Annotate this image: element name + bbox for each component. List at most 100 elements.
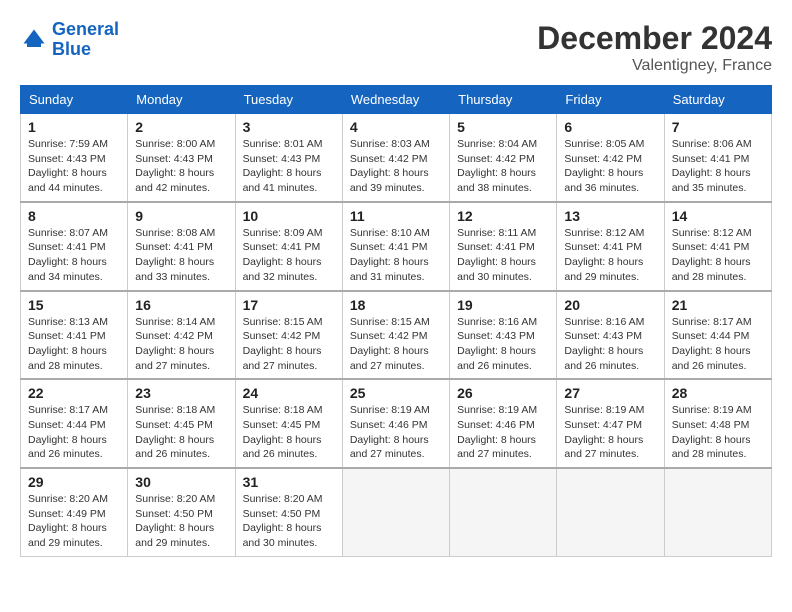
header-monday: Monday	[128, 86, 235, 114]
week-row-2: 8 Sunrise: 8:07 AM Sunset: 4:41 PM Dayli…	[21, 202, 772, 291]
day-cell-13: 13 Sunrise: 8:12 AM Sunset: 4:41 PM Dayl…	[557, 202, 664, 291]
day-number: 26	[457, 385, 549, 401]
day-cell-17: 17 Sunrise: 8:15 AM Sunset: 4:42 PM Dayl…	[235, 291, 342, 380]
day-detail: Sunrise: 8:11 AM Sunset: 4:41 PM Dayligh…	[457, 226, 549, 285]
day-number: 13	[564, 208, 656, 224]
day-detail: Sunrise: 8:19 AM Sunset: 4:47 PM Dayligh…	[564, 403, 656, 462]
day-detail: Sunrise: 8:04 AM Sunset: 4:42 PM Dayligh…	[457, 137, 549, 196]
day-detail: Sunrise: 8:16 AM Sunset: 4:43 PM Dayligh…	[457, 315, 549, 374]
day-cell-29: 29 Sunrise: 8:20 AM Sunset: 4:49 PM Dayl…	[21, 468, 128, 556]
day-number: 30	[135, 474, 227, 490]
day-detail: Sunrise: 8:14 AM Sunset: 4:42 PM Dayligh…	[135, 315, 227, 374]
day-cell-11: 11 Sunrise: 8:10 AM Sunset: 4:41 PM Dayl…	[342, 202, 449, 291]
day-number: 16	[135, 297, 227, 313]
day-cell-12: 12 Sunrise: 8:11 AM Sunset: 4:41 PM Dayl…	[450, 202, 557, 291]
day-number: 7	[672, 119, 764, 135]
day-detail: Sunrise: 7:59 AM Sunset: 4:43 PM Dayligh…	[28, 137, 120, 196]
day-number: 1	[28, 119, 120, 135]
day-number: 3	[243, 119, 335, 135]
week-row-4: 22 Sunrise: 8:17 AM Sunset: 4:44 PM Dayl…	[21, 379, 772, 468]
day-detail: Sunrise: 8:15 AM Sunset: 4:42 PM Dayligh…	[350, 315, 442, 374]
day-cell-20: 20 Sunrise: 8:16 AM Sunset: 4:43 PM Dayl…	[557, 291, 664, 380]
day-cell-14: 14 Sunrise: 8:12 AM Sunset: 4:41 PM Dayl…	[664, 202, 771, 291]
header-sunday: Sunday	[21, 86, 128, 114]
day-detail: Sunrise: 8:16 AM Sunset: 4:43 PM Dayligh…	[564, 315, 656, 374]
day-detail: Sunrise: 8:00 AM Sunset: 4:43 PM Dayligh…	[135, 137, 227, 196]
logo-general: General	[52, 19, 119, 39]
day-detail: Sunrise: 8:18 AM Sunset: 4:45 PM Dayligh…	[135, 403, 227, 462]
day-number: 31	[243, 474, 335, 490]
weekday-header-row: Sunday Monday Tuesday Wednesday Thursday…	[21, 86, 772, 114]
week-row-3: 15 Sunrise: 8:13 AM Sunset: 4:41 PM Dayl…	[21, 291, 772, 380]
location-subtitle: Valentigney, France	[537, 57, 772, 75]
day-detail: Sunrise: 8:17 AM Sunset: 4:44 PM Dayligh…	[28, 403, 120, 462]
day-detail: Sunrise: 8:09 AM Sunset: 4:41 PM Dayligh…	[243, 226, 335, 285]
day-number: 17	[243, 297, 335, 313]
calendar-table: Sunday Monday Tuesday Wednesday Thursday…	[20, 85, 772, 557]
day-detail: Sunrise: 8:13 AM Sunset: 4:41 PM Dayligh…	[28, 315, 120, 374]
day-cell-4: 4 Sunrise: 8:03 AM Sunset: 4:42 PM Dayli…	[342, 114, 449, 202]
day-number: 9	[135, 208, 227, 224]
day-cell-25: 25 Sunrise: 8:19 AM Sunset: 4:46 PM Dayl…	[342, 379, 449, 468]
day-cell-23: 23 Sunrise: 8:18 AM Sunset: 4:45 PM Dayl…	[128, 379, 235, 468]
day-cell-7: 7 Sunrise: 8:06 AM Sunset: 4:41 PM Dayli…	[664, 114, 771, 202]
day-detail: Sunrise: 8:19 AM Sunset: 4:48 PM Dayligh…	[672, 403, 764, 462]
day-cell-27: 27 Sunrise: 8:19 AM Sunset: 4:47 PM Dayl…	[557, 379, 664, 468]
day-detail: Sunrise: 8:01 AM Sunset: 4:43 PM Dayligh…	[243, 137, 335, 196]
day-detail: Sunrise: 8:10 AM Sunset: 4:41 PM Dayligh…	[350, 226, 442, 285]
header-friday: Friday	[557, 86, 664, 114]
day-detail: Sunrise: 8:03 AM Sunset: 4:42 PM Dayligh…	[350, 137, 442, 196]
day-cell-31: 31 Sunrise: 8:20 AM Sunset: 4:50 PM Dayl…	[235, 468, 342, 556]
day-detail: Sunrise: 8:20 AM Sunset: 4:50 PM Dayligh…	[135, 492, 227, 551]
day-number: 12	[457, 208, 549, 224]
empty-cell	[342, 468, 449, 556]
day-detail: Sunrise: 8:15 AM Sunset: 4:42 PM Dayligh…	[243, 315, 335, 374]
title-block: December 2024 Valentigney, France	[537, 20, 772, 75]
header-tuesday: Tuesday	[235, 86, 342, 114]
day-cell-24: 24 Sunrise: 8:18 AM Sunset: 4:45 PM Dayl…	[235, 379, 342, 468]
day-number: 20	[564, 297, 656, 313]
day-number: 15	[28, 297, 120, 313]
day-detail: Sunrise: 8:08 AM Sunset: 4:41 PM Dayligh…	[135, 226, 227, 285]
day-number: 5	[457, 119, 549, 135]
day-detail: Sunrise: 8:19 AM Sunset: 4:46 PM Dayligh…	[457, 403, 549, 462]
day-cell-8: 8 Sunrise: 8:07 AM Sunset: 4:41 PM Dayli…	[21, 202, 128, 291]
day-detail: Sunrise: 8:05 AM Sunset: 4:42 PM Dayligh…	[564, 137, 656, 196]
day-number: 10	[243, 208, 335, 224]
day-detail: Sunrise: 8:18 AM Sunset: 4:45 PM Dayligh…	[243, 403, 335, 462]
day-number: 11	[350, 208, 442, 224]
header-saturday: Saturday	[664, 86, 771, 114]
logo-blue: Blue	[52, 39, 91, 59]
day-cell-18: 18 Sunrise: 8:15 AM Sunset: 4:42 PM Dayl…	[342, 291, 449, 380]
empty-cell	[450, 468, 557, 556]
day-number: 21	[672, 297, 764, 313]
day-cell-2: 2 Sunrise: 8:00 AM Sunset: 4:43 PM Dayli…	[128, 114, 235, 202]
day-number: 8	[28, 208, 120, 224]
day-detail: Sunrise: 8:06 AM Sunset: 4:41 PM Dayligh…	[672, 137, 764, 196]
header-wednesday: Wednesday	[342, 86, 449, 114]
day-detail: Sunrise: 8:19 AM Sunset: 4:46 PM Dayligh…	[350, 403, 442, 462]
page-header: General Blue December 2024 Valentigney, …	[20, 20, 772, 75]
day-number: 25	[350, 385, 442, 401]
day-number: 24	[243, 385, 335, 401]
week-row-1: 1 Sunrise: 7:59 AM Sunset: 4:43 PM Dayli…	[21, 114, 772, 202]
day-number: 18	[350, 297, 442, 313]
day-number: 27	[564, 385, 656, 401]
day-number: 28	[672, 385, 764, 401]
empty-cell	[664, 468, 771, 556]
logo-icon	[20, 26, 48, 54]
day-cell-1: 1 Sunrise: 7:59 AM Sunset: 4:43 PM Dayli…	[21, 114, 128, 202]
day-cell-10: 10 Sunrise: 8:09 AM Sunset: 4:41 PM Dayl…	[235, 202, 342, 291]
day-number: 4	[350, 119, 442, 135]
day-cell-28: 28 Sunrise: 8:19 AM Sunset: 4:48 PM Dayl…	[664, 379, 771, 468]
day-cell-6: 6 Sunrise: 8:05 AM Sunset: 4:42 PM Dayli…	[557, 114, 664, 202]
day-cell-15: 15 Sunrise: 8:13 AM Sunset: 4:41 PM Dayl…	[21, 291, 128, 380]
week-row-5: 29 Sunrise: 8:20 AM Sunset: 4:49 PM Dayl…	[21, 468, 772, 556]
day-cell-21: 21 Sunrise: 8:17 AM Sunset: 4:44 PM Dayl…	[664, 291, 771, 380]
day-number: 2	[135, 119, 227, 135]
day-number: 6	[564, 119, 656, 135]
day-detail: Sunrise: 8:12 AM Sunset: 4:41 PM Dayligh…	[672, 226, 764, 285]
day-detail: Sunrise: 8:20 AM Sunset: 4:49 PM Dayligh…	[28, 492, 120, 551]
month-year-title: December 2024	[537, 20, 772, 57]
day-detail: Sunrise: 8:07 AM Sunset: 4:41 PM Dayligh…	[28, 226, 120, 285]
